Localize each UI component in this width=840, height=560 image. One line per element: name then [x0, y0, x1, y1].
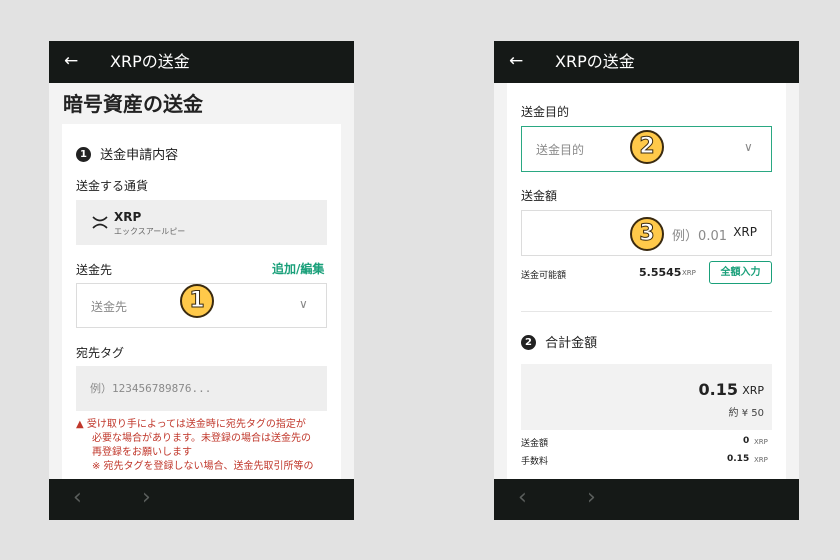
- breakdown-fee-label: 手数料: [521, 457, 549, 467]
- destination-tag-label: 宛先タグ: [76, 346, 125, 360]
- app-bar: ← XRPの送金: [494, 41, 799, 83]
- section-header: 2 合計金額: [521, 332, 597, 351]
- section-title: 合計金額: [545, 336, 598, 351]
- breakdown-fee-unit: XRP: [754, 456, 768, 464]
- nav-back-icon[interactable]: ‹: [518, 485, 527, 511]
- back-arrow-icon[interactable]: ←: [64, 50, 78, 72]
- phone-screen-recipient: ← XRPの送金 暗号資産の送金 1 送金申請内容 送金する通貨 XRP エック…: [49, 41, 354, 520]
- breakdown-send-amount-unit: XRP: [754, 438, 768, 446]
- section-number-badge: 2: [521, 335, 536, 350]
- total-yen: 約 ¥ 50: [728, 408, 764, 419]
- nav-forward-icon[interactable]: ›: [142, 485, 151, 511]
- app-title: XRPの送金: [555, 52, 635, 71]
- browser-bottom-bar: ‹ ›: [49, 479, 354, 520]
- app-title: XRPの送金: [110, 52, 190, 71]
- amount-label: 送金額: [521, 189, 558, 203]
- warning-icon: ▲: [76, 419, 84, 430]
- warning-text-line: 必要な場合があります。未登録の場合は送金先の: [92, 433, 311, 444]
- xrp-logo-icon: [92, 216, 108, 229]
- total-unit: XRP: [742, 384, 764, 397]
- available-label: 送金可能額: [521, 271, 567, 281]
- destination-tag-input[interactable]: 例）123456789876...: [76, 366, 327, 411]
- currency-kana: エックスアールピー: [114, 227, 186, 236]
- destination-label: 送金先: [76, 263, 113, 277]
- amount-unit: XRP: [733, 225, 757, 239]
- callout-number-2: 2: [630, 130, 664, 164]
- scroll-content[interactable]: 暗号資産の送金 1 送金申請内容 送金する通貨 XRP エックスアールピー 送金…: [49, 83, 354, 479]
- destination-tag-warning: ▲ 受け取り手によっては送金時に宛先タグの指定が 必要な場合があります。未登録の…: [76, 418, 331, 474]
- available-value: 5.5545: [639, 266, 682, 279]
- purpose-placeholder: 送金目的: [536, 143, 585, 157]
- chevron-down-icon: ∨: [299, 297, 308, 311]
- add-edit-destination-link[interactable]: 追加/編集: [272, 260, 324, 277]
- page-title: 暗号資産の送金: [63, 92, 203, 116]
- breakdown-fee-value: 0.15: [727, 454, 750, 464]
- back-arrow-icon[interactable]: ←: [509, 50, 523, 72]
- section-header: 1 送金申請内容: [76, 144, 178, 163]
- purpose-label: 送金目的: [521, 105, 570, 119]
- destination-tag-placeholder: 例）123456789876...: [90, 382, 212, 395]
- app-bar: ← XRPの送金: [49, 41, 354, 83]
- available-unit: XRP: [682, 269, 696, 277]
- nav-back-icon[interactable]: ‹: [73, 485, 82, 511]
- total-amount-panel: 0.15 XRP 約 ¥ 50: [521, 364, 772, 430]
- callout-number-3: 3: [630, 217, 664, 251]
- breakdown-send-amount-label: 送金額: [521, 439, 549, 449]
- warning-text-line: ※ 宛先タグを登録しない場合、送金先取引所等の: [92, 461, 314, 472]
- warning-text-line: 受け取り手によっては送金時に宛先タグの指定が: [86, 419, 306, 430]
- chevron-down-icon: ∨: [744, 140, 753, 154]
- destination-placeholder: 送金先: [91, 300, 128, 314]
- phone-screen-amount: ← XRPの送金 送金目的 送金目的 ∨ 送金額 例）0.01 XRP 送金可能…: [494, 41, 799, 520]
- nav-forward-icon[interactable]: ›: [587, 485, 596, 511]
- total-value: 0.15: [698, 380, 738, 399]
- browser-bottom-bar: ‹ ›: [494, 479, 799, 520]
- currency-label: 送金する通貨: [76, 179, 149, 193]
- enter-full-amount-button[interactable]: 全額入力: [709, 261, 772, 284]
- currency-display: XRP エックスアールピー: [76, 200, 327, 245]
- section-number-badge: 1: [76, 147, 91, 162]
- currency-symbol: XRP: [114, 210, 142, 224]
- section-title: 送金申請内容: [100, 148, 179, 163]
- amount-placeholder: 例）0.01: [672, 229, 727, 244]
- section-divider: [521, 311, 772, 312]
- callout-number-1: 1: [180, 284, 214, 318]
- warning-text-line: 再登録をお願いします: [92, 447, 192, 458]
- breakdown-send-amount-value: 0: [743, 436, 750, 446]
